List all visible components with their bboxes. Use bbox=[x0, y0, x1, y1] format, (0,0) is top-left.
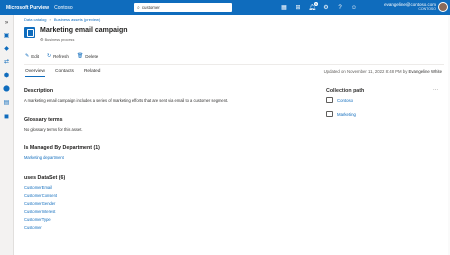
description-text: A marketing email campaign includes a se… bbox=[24, 98, 229, 103]
notification-badge: 1 bbox=[314, 2, 318, 6]
top-icon-bar: ▦ ⊞ 🔔︎ 1 ⚙ ? ☺ bbox=[277, 2, 361, 13]
managed-by-link[interactable]: Marketing department bbox=[24, 155, 64, 160]
collection-label: Contoso bbox=[337, 97, 354, 103]
managed-by-heading: Is Managed By Department (1) bbox=[24, 145, 100, 151]
collection-icon bbox=[326, 111, 333, 117]
action-toolbar: ✎ Edit ↻ Refresh 🗑︎ Delete bbox=[25, 53, 106, 59]
collection-item-contoso[interactable]: Contoso bbox=[326, 97, 353, 103]
management-icon[interactable]: ▤ bbox=[2, 98, 11, 106]
collapse-nav-icon[interactable]: » bbox=[2, 19, 11, 27]
breadcrumb-separator: › bbox=[49, 17, 51, 22]
global-search[interactable]: ⌕ bbox=[134, 3, 232, 12]
description-heading: Description bbox=[24, 88, 54, 94]
more-options-icon[interactable]: ··· bbox=[433, 87, 438, 93]
refresh-icon: ↻ bbox=[46, 53, 52, 59]
toolbar-divider bbox=[24, 64, 444, 65]
page-title: Marketing email campaign bbox=[40, 27, 128, 34]
search-icon: ⌕ bbox=[137, 4, 140, 11]
data-policy-icon[interactable]: ⬤ bbox=[2, 84, 11, 92]
avatar[interactable] bbox=[438, 2, 448, 12]
delete-button[interactable]: 🗑︎ Delete bbox=[77, 53, 98, 59]
brand-name[interactable]: Microsoft Purview bbox=[6, 5, 49, 11]
delete-label: Delete bbox=[85, 53, 99, 59]
process-type-icon: ⚙ bbox=[40, 37, 44, 42]
app-switcher-icon[interactable]: ▦ bbox=[277, 2, 291, 13]
data-share-icon[interactable]: ⇄ bbox=[2, 57, 11, 65]
refresh-button[interactable]: ↻ Refresh bbox=[47, 53, 69, 59]
data-estate-icon[interactable]: ⬢ bbox=[2, 71, 11, 79]
dataset-link[interactable]: Customer bbox=[24, 225, 42, 230]
left-nav-rail: » ▣ ◆ ⇄ ⬢ ⬤ ▤ ◼ bbox=[0, 15, 14, 255]
edit-icon: ✎ bbox=[25, 53, 30, 59]
asset-type: ⚙ Business process bbox=[40, 37, 74, 42]
collection-icon bbox=[326, 97, 333, 103]
business-process-icon bbox=[24, 27, 35, 38]
asset-type-label: Business process bbox=[44, 37, 75, 42]
refresh-label: Refresh bbox=[53, 53, 69, 59]
dataset-link[interactable]: CustomerConsent bbox=[24, 193, 57, 198]
tab-related[interactable]: Related bbox=[84, 69, 101, 77]
notifications-icon[interactable]: 🔔︎ 1 bbox=[305, 2, 319, 13]
user-org: CONTOSO bbox=[418, 7, 436, 11]
top-bar: Microsoft Purview Contoso ⌕ ▦ ⊞ 🔔︎1 ⚙ ? … bbox=[0, 0, 450, 15]
data-map-icon[interactable]: ◆ bbox=[2, 44, 11, 52]
collection-item-marketing[interactable]: Marketing bbox=[326, 111, 356, 117]
edit-button[interactable]: ✎ Edit bbox=[25, 53, 39, 59]
breadcrumb-business-assets[interactable]: Business assets (preview) bbox=[54, 17, 100, 22]
dataset-link[interactable]: CustomerEmail bbox=[24, 185, 52, 190]
glossary-heading: Glossary terms bbox=[24, 117, 63, 123]
glossary-text: No glossary terms for this asset. bbox=[24, 127, 83, 132]
tab-bar: Overview Contacts Related bbox=[25, 69, 110, 77]
breadcrumb: Data catalog › Business assets (preview) bbox=[24, 17, 100, 22]
breadcrumb-data-catalog[interactable]: Data catalog bbox=[24, 17, 46, 22]
uses-dataset-heading: uses DataSet (6) bbox=[24, 175, 66, 181]
user-info[interactable]: evangeline@contoso.com CONTOSO bbox=[384, 2, 436, 11]
tenant-name: Contoso bbox=[54, 4, 73, 11]
updated-info: Updated on November 11, 2022 8:48 PM by … bbox=[324, 69, 442, 74]
feedback-icon[interactable]: ☺ bbox=[347, 2, 361, 13]
collection-path-heading: Collection path bbox=[326, 88, 365, 94]
updated-user: Evangeline White bbox=[408, 69, 442, 74]
tab-contacts[interactable]: Contacts bbox=[55, 69, 74, 77]
data-catalog-icon[interactable]: ▣ bbox=[2, 31, 11, 39]
dataset-link[interactable]: CustomerInterest bbox=[24, 209, 55, 214]
collection-label: Marketing bbox=[337, 111, 356, 117]
delete-icon: 🗑︎ bbox=[76, 53, 84, 59]
help-icon[interactable]: ? bbox=[333, 2, 347, 13]
dataset-link[interactable]: CustomerType bbox=[24, 217, 51, 222]
edit-label: Edit bbox=[31, 53, 39, 59]
search-input[interactable] bbox=[141, 4, 222, 11]
insights-icon[interactable]: ◼ bbox=[2, 112, 11, 120]
settings-icon[interactable]: ⚙ bbox=[319, 2, 333, 13]
dataset-link[interactable]: CustomerGender bbox=[24, 201, 55, 206]
tab-overview[interactable]: Overview bbox=[25, 69, 45, 77]
updated-prefix: Updated on November 11, 2022 8:48 PM by bbox=[323, 69, 408, 74]
apps-grid-icon[interactable]: ⊞ bbox=[291, 2, 305, 13]
